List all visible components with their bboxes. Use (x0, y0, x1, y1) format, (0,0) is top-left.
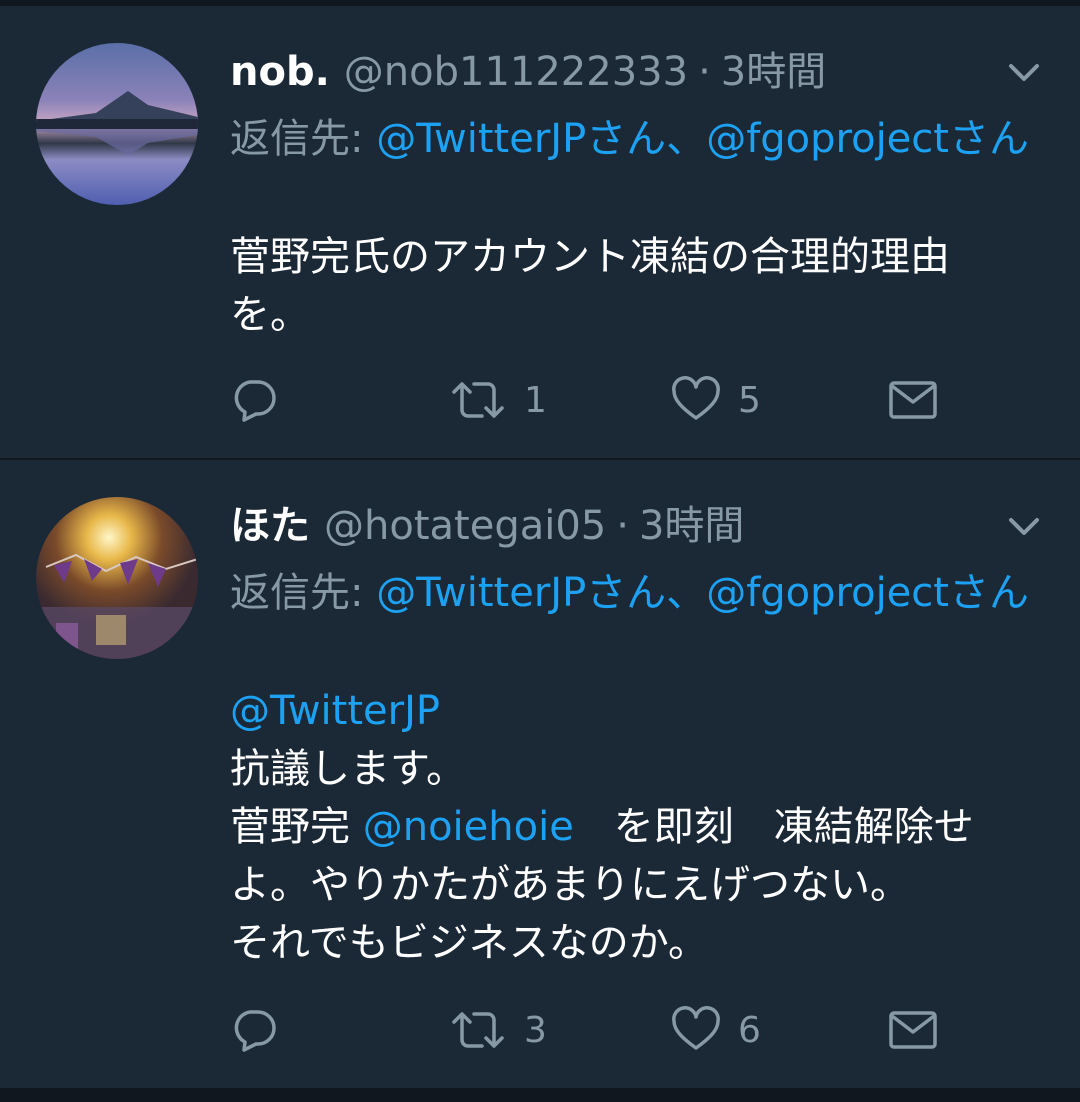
tweet[interactable]: nob. @nob111222333 · 3時間 返信先: @TwitterJP… (0, 6, 1080, 458)
reply-separator: 、 (666, 116, 707, 162)
reply-mention[interactable]: @fgoprojectさん (706, 570, 1029, 616)
like-button[interactable]: 6 (670, 1000, 761, 1060)
separator-dot: · (616, 503, 629, 549)
retweet-button[interactable]: 1 (448, 370, 547, 430)
chevron-down-icon[interactable] (1006, 58, 1042, 88)
avatar-image (36, 43, 198, 205)
retweet-count: 3 (524, 1009, 547, 1051)
direct-message-button[interactable] (888, 1000, 938, 1060)
retweet-icon (448, 376, 508, 424)
reply-icon (230, 1006, 278, 1054)
separator-dot: · (698, 49, 711, 95)
retweet-icon (448, 1006, 508, 1054)
avatar[interactable] (36, 43, 198, 205)
reply-mention[interactable]: @fgoprojectさん (706, 116, 1029, 162)
display-name[interactable]: nob. (230, 42, 330, 102)
avatar[interactable] (36, 497, 198, 659)
retweet-button[interactable]: 3 (448, 1000, 547, 1060)
tweet-text: @TwitterJP 抗議します。 菅野完 @noiehoie を即刻 凍結解除… (230, 682, 1050, 972)
like-button[interactable]: 5 (670, 370, 761, 430)
tweet-text-line: それでもビジネスなのか。 (230, 920, 708, 966)
tweet-text-fragment: 菅野完 (230, 804, 363, 850)
like-count: 5 (738, 379, 761, 421)
retweet-count: 1 (524, 379, 547, 421)
tweet-text-fragment: を即刻 凍結解除せ (573, 804, 974, 850)
display-name[interactable]: ほた (230, 496, 310, 556)
tweet-text: 菅野完氏のアカウント凍結の合理的理由 を。 (230, 228, 1050, 344)
reply-icon (230, 376, 278, 424)
avatar-image (36, 497, 198, 659)
tweet-header: ほた @hotategai05 · 3時間 (230, 496, 744, 556)
tweet-text-line: 菅野完 @noiehoie を即刻 凍結解除せ (230, 798, 1050, 856)
tweet-divider (0, 1088, 1080, 1102)
tweet-text-line: 菅野完氏のアカウント凍結の合理的理由 (230, 234, 950, 280)
tweet-header: nob. @nob111222333 · 3時間 (230, 42, 826, 102)
reply-prefix: 返信先: (230, 570, 377, 616)
reply-prefix: 返信先: (230, 116, 377, 162)
tweet-text-line: よ。やりかたがあまりにえげつない。 (230, 862, 910, 908)
chevron-down-icon[interactable] (1006, 512, 1042, 542)
tweet-mention[interactable]: @noiehoie (363, 804, 574, 850)
reply-separator: 、 (666, 570, 707, 616)
timeline: nob. @nob111222333 · 3時間 返信先: @TwitterJP… (0, 0, 1080, 1102)
reply-mention[interactable]: @TwitterJPさん (376, 570, 666, 616)
heart-icon (670, 376, 722, 424)
reply-context: 返信先: @TwitterJPさん、@fgoprojectさん (230, 564, 1050, 622)
reply-mention[interactable]: @TwitterJPさん (376, 116, 666, 162)
reply-context: 返信先: @TwitterJPさん、@fgoprojectさん (230, 110, 1050, 168)
timestamp[interactable]: 3時間 (639, 496, 744, 556)
tweet-text-line: 抗議します。 (230, 746, 466, 792)
username[interactable]: @nob111222333 (344, 42, 688, 102)
reply-button[interactable] (230, 1000, 278, 1060)
envelope-icon (888, 1008, 938, 1052)
tweet-text-line: を。 (230, 292, 310, 338)
action-bar: 1 5 (230, 370, 1050, 430)
direct-message-button[interactable] (888, 370, 938, 430)
heart-icon (670, 1006, 722, 1054)
action-bar: 3 6 (230, 1000, 1050, 1060)
tweet-mention-line[interactable]: @TwitterJP (230, 682, 1050, 740)
username[interactable]: @hotategai05 (324, 496, 606, 556)
like-count: 6 (738, 1009, 761, 1051)
envelope-icon (888, 378, 938, 422)
timestamp[interactable]: 3時間 (721, 42, 826, 102)
reply-button[interactable] (230, 370, 278, 430)
tweet[interactable]: ほた @hotategai05 · 3時間 返信先: @TwitterJPさん、… (0, 460, 1080, 1088)
